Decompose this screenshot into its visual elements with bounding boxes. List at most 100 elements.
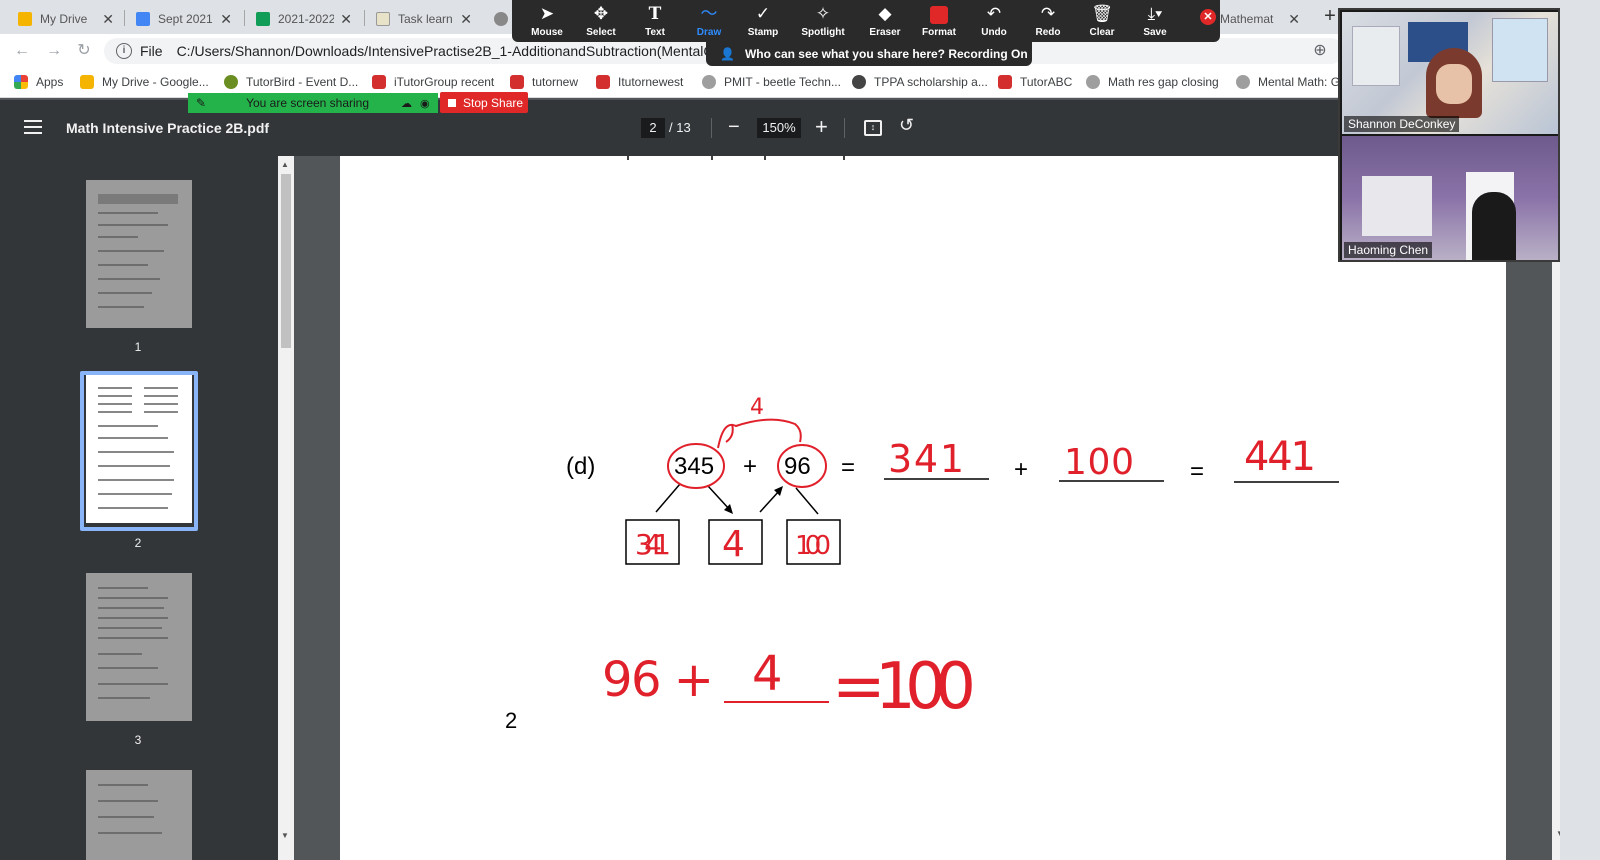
equals-sign-2: =: [1190, 458, 1204, 485]
close-tab-icon[interactable]: ✕: [1288, 11, 1300, 28]
box-answer-4: 4: [722, 524, 745, 565]
tool-spotlight[interactable]: ✧ Spotlight: [796, 4, 850, 40]
google-drive-icon: [80, 75, 94, 89]
bookmark-item[interactable]: Itutornewest: [596, 75, 683, 89]
bookmark-label: Apps: [36, 75, 64, 89]
tool-select[interactable]: ✥ Select: [574, 4, 628, 40]
rotate-icon[interactable]: ↺: [899, 115, 914, 136]
tool-save[interactable]: ⤓▾ Save: [1128, 4, 1182, 40]
carry-arc: [717, 418, 802, 449]
bookmark-label: TPPA scholarship a...: [874, 75, 988, 89]
plus-sign-2: +: [1014, 456, 1028, 483]
sidebar-scroll-thumb[interactable]: [281, 174, 291, 348]
addend-a: 345: [674, 453, 714, 480]
stop-share-label: Stop Share: [463, 95, 524, 110]
tool-undo[interactable]: ↶ Undo: [967, 4, 1021, 40]
menu-hamburger-icon[interactable]: [24, 120, 42, 134]
page-thumbnail[interactable]: [86, 180, 192, 328]
tool-draw[interactable]: 〜 Draw: [682, 4, 736, 40]
tool-clear[interactable]: 🗑 Clear: [1075, 4, 1129, 40]
participant-name: Shannon DeConkey: [1344, 116, 1460, 132]
tool-stamp[interactable]: ✓ Stamp: [736, 4, 790, 40]
google-drive-icon: [18, 12, 32, 26]
answer-441: 441: [1244, 434, 1316, 480]
close-toolbar-icon[interactable]: ✕: [1200, 9, 1216, 25]
bookmark-item[interactable]: TPPA scholarship a...: [852, 75, 988, 89]
tool-label: Format: [922, 27, 956, 38]
bookmark-item[interactable]: TutorBird - Event D...: [224, 75, 358, 89]
url-text[interactable]: C:/Users/Shannon/Downloads/IntensivePrac…: [177, 43, 722, 59]
tab-label: Task learn: [398, 12, 453, 26]
zoom-in-button[interactable]: +: [815, 114, 828, 140]
tool-format[interactable]: Format: [912, 4, 966, 40]
zoom-magnifier-icon[interactable]: ⊕: [1310, 41, 1330, 61]
participant-video[interactable]: Shannon DeConkey: [1342, 12, 1558, 134]
zoom-level-input[interactable]: 150%: [757, 118, 801, 138]
spotlight-wand-icon: ✧: [815, 4, 831, 23]
forward-arrow-icon[interactable]: →: [44, 41, 64, 61]
zoom-out-button[interactable]: −: [728, 116, 740, 139]
window-edge: [1560, 0, 1600, 860]
bookmark-item[interactable]: iTutorGroup recent: [372, 75, 494, 89]
thumbnail-number: 2: [134, 536, 142, 550]
page-thumbnail[interactable]: [86, 573, 192, 721]
sidebar-scrollbar[interactable]: ▲ ▼: [278, 156, 294, 860]
bookmark-label: My Drive - Google...: [102, 75, 209, 89]
browser-tab[interactable]: Mathemat ✕: [1212, 4, 1308, 34]
bookmark-item[interactable]: TutorABC: [998, 75, 1072, 89]
reload-icon[interactable]: ↻: [74, 41, 94, 61]
handwritten-equation-blank: 4: [752, 646, 783, 702]
handwritten-equation-left: 96 +: [602, 652, 714, 708]
page-number-input[interactable]: 2: [641, 118, 665, 138]
page-thumbnail[interactable]: [86, 770, 192, 860]
tab-label: My Drive: [40, 12, 88, 26]
bookmark-item[interactable]: Math res gap closing: [1086, 75, 1219, 89]
redo-icon: ↷: [1040, 4, 1056, 23]
tool-label: Text: [645, 27, 665, 38]
close-tab-icon[interactable]: ✕: [102, 11, 114, 28]
format-color-icon: [912, 4, 966, 24]
browser-tab[interactable]: Task learn ✕: [368, 4, 480, 34]
url-scheme: File: [140, 43, 163, 59]
back-arrow-icon[interactable]: ←: [12, 41, 32, 61]
bookmark-item[interactable]: tutornew: [510, 75, 578, 89]
bookmark-item[interactable]: PMIT - beetle Techn...: [702, 75, 841, 89]
bookmark-label: tutornew: [532, 75, 579, 89]
bookmark-label: PMIT - beetle Techn...: [724, 75, 841, 89]
participant-video[interactable]: Haoming Chen: [1342, 136, 1558, 260]
tool-text[interactable]: T Text: [628, 4, 682, 40]
bookmark-item[interactable]: My Drive - Google...: [80, 75, 209, 89]
bookmark-item[interactable]: Mental Math: G: [1236, 75, 1340, 89]
draw-squiggle-icon: 〜: [700, 4, 718, 23]
close-tab-icon[interactable]: ✕: [460, 11, 472, 28]
bookmark-apps[interactable]: Apps: [14, 75, 63, 89]
close-tab-icon[interactable]: ✕: [220, 11, 232, 28]
itutor-icon: [998, 75, 1012, 89]
close-tab-icon[interactable]: ✕: [340, 11, 352, 28]
browser-tab[interactable]: 2021-2022 ✕: [248, 4, 360, 34]
browser-tab[interactable]: Sept 2021 ✕: [128, 4, 240, 34]
globe-icon: [1086, 75, 1100, 89]
stop-share-button[interactable]: Stop Share: [440, 92, 528, 113]
bookmark-label: TutorABC: [1020, 75, 1073, 89]
tool-label: Select: [586, 27, 616, 38]
answer-100: 100: [1064, 442, 1134, 483]
tool-mouse[interactable]: ➤ Mouse: [520, 4, 574, 40]
bookmark-label: Math res gap closing: [1108, 75, 1219, 89]
addend-b: 96: [784, 453, 811, 480]
tool-eraser[interactable]: ◆ Eraser: [858, 4, 912, 40]
fit-page-icon[interactable]: ↕: [864, 120, 882, 136]
checkmark-stamp-icon: ✓: [755, 4, 771, 23]
google-sheets-icon: [256, 12, 270, 26]
recording-notice[interactable]: 👤 Who can see what you share here? Recor…: [706, 42, 1032, 66]
browser-tab[interactable]: My Drive ✕: [10, 4, 122, 34]
screen-sharing-bar[interactable]: ✎ You are screen sharing ☁ ◉: [188, 93, 438, 113]
paw-icon: [852, 75, 866, 89]
google-docs-icon: [136, 12, 150, 26]
thumbnail-number: 3: [134, 733, 142, 747]
box-answer-100: 100: [795, 531, 831, 561]
tool-redo[interactable]: ↷ Redo: [1021, 4, 1075, 40]
globe-icon: [702, 75, 716, 89]
zoom-annotation-toolbar: ➤ Mouse ✥ Select T Text 〜 Draw ✓ Stamp ✧…: [512, 0, 1220, 42]
info-icon[interactable]: i: [116, 43, 132, 59]
